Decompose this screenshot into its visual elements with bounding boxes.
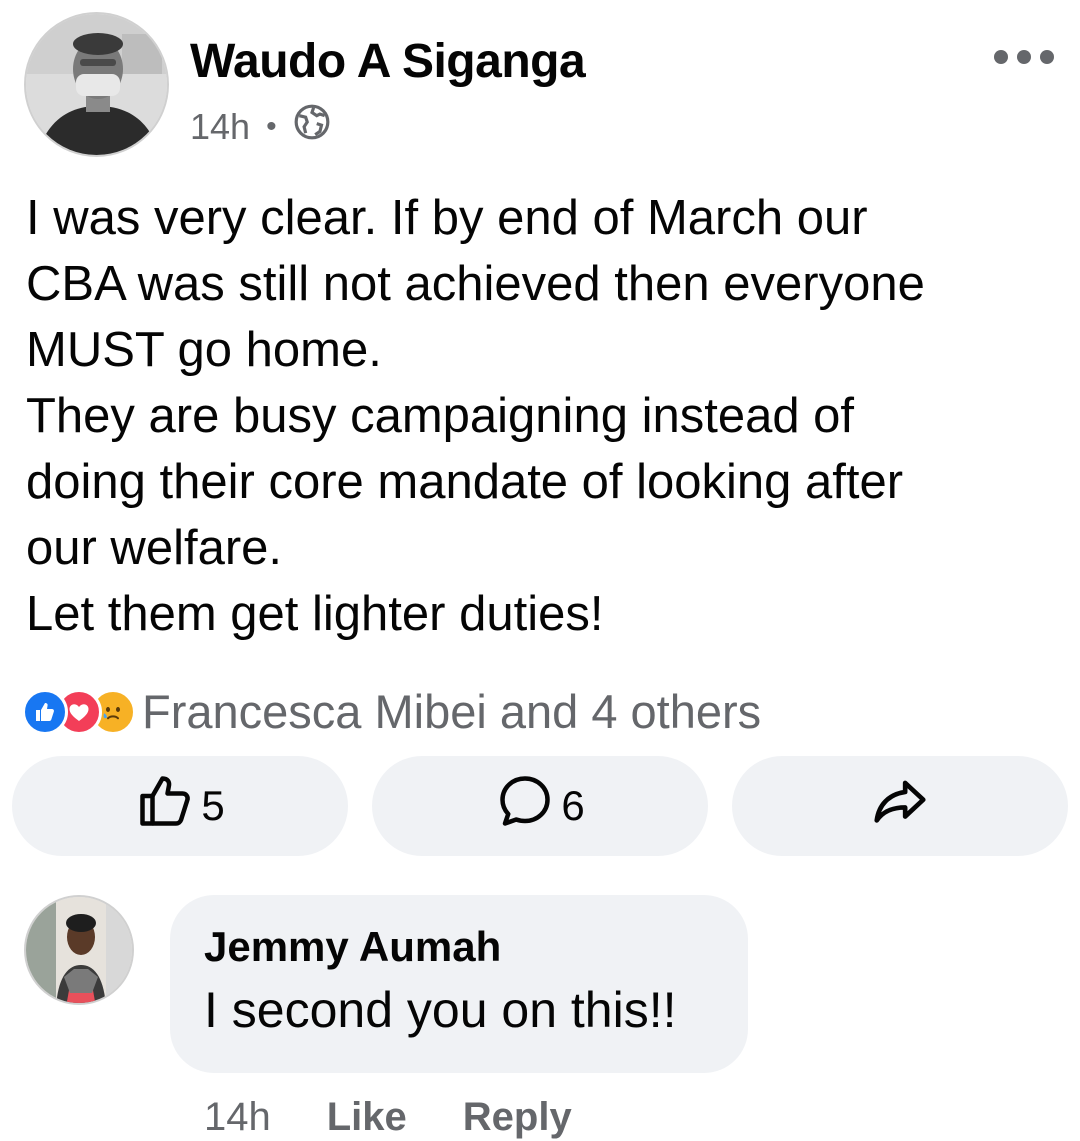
like-reaction-icon: [22, 688, 68, 735]
comment-count: 6: [561, 782, 585, 829]
post-line: doing their core mandate of looking afte…: [26, 455, 904, 509]
post-author-name[interactable]: Waudo A Siganga: [190, 34, 586, 89]
post-line: CBA was still not achieved then everyone: [26, 257, 925, 311]
post-line: I was very clear. If by end of March our: [26, 191, 868, 245]
post-meta: 14h •: [190, 103, 331, 150]
like-count: 5: [201, 782, 225, 829]
commenter-avatar[interactable]: [24, 895, 134, 1005]
comment-like-button[interactable]: Like: [327, 1095, 407, 1140]
share-button[interactable]: [732, 756, 1068, 856]
post-line: They are busy campaigning instead of: [26, 389, 855, 443]
post-line: MUST go home.: [26, 323, 382, 377]
commenter-name[interactable]: Jemmy Aumah: [204, 923, 714, 971]
comment-bubble: Jemmy Aumah I second you on this!!: [170, 895, 748, 1073]
author-photo: [26, 14, 167, 155]
author-avatar[interactable]: [24, 12, 169, 157]
post-line: Let them get lighter duties!: [26, 587, 604, 641]
meta-separator: •: [266, 109, 277, 143]
more-options-icon[interactable]: [994, 50, 1054, 64]
reactions-summary[interactable]: Francesca Mibei and 4 others: [22, 684, 761, 739]
post-card: Waudo A Siganga 14h • I was very clear. …: [0, 0, 1080, 1141]
thumbs-up-icon: [135, 771, 195, 841]
comment-text: I second you on this!!: [204, 982, 677, 1038]
comment-actions: 14h Like Reply: [204, 1095, 572, 1140]
comment-timestamp[interactable]: 14h: [204, 1095, 271, 1140]
post-timestamp[interactable]: 14h: [190, 106, 250, 148]
reactions-summary-text: Francesca Mibei and 4 others: [142, 685, 762, 738]
comment-icon: [495, 771, 555, 841]
comment-button[interactable]: 6: [372, 756, 708, 856]
globe-icon: [293, 103, 331, 150]
commenter-photo: [26, 897, 132, 1003]
post-body: I was very clear. If by end of March our…: [26, 185, 1066, 647]
comment-reply-button[interactable]: Reply: [463, 1095, 572, 1140]
like-button[interactable]: 5: [12, 756, 348, 856]
post-line: our welfare.: [26, 521, 283, 575]
share-icon: [869, 770, 931, 842]
